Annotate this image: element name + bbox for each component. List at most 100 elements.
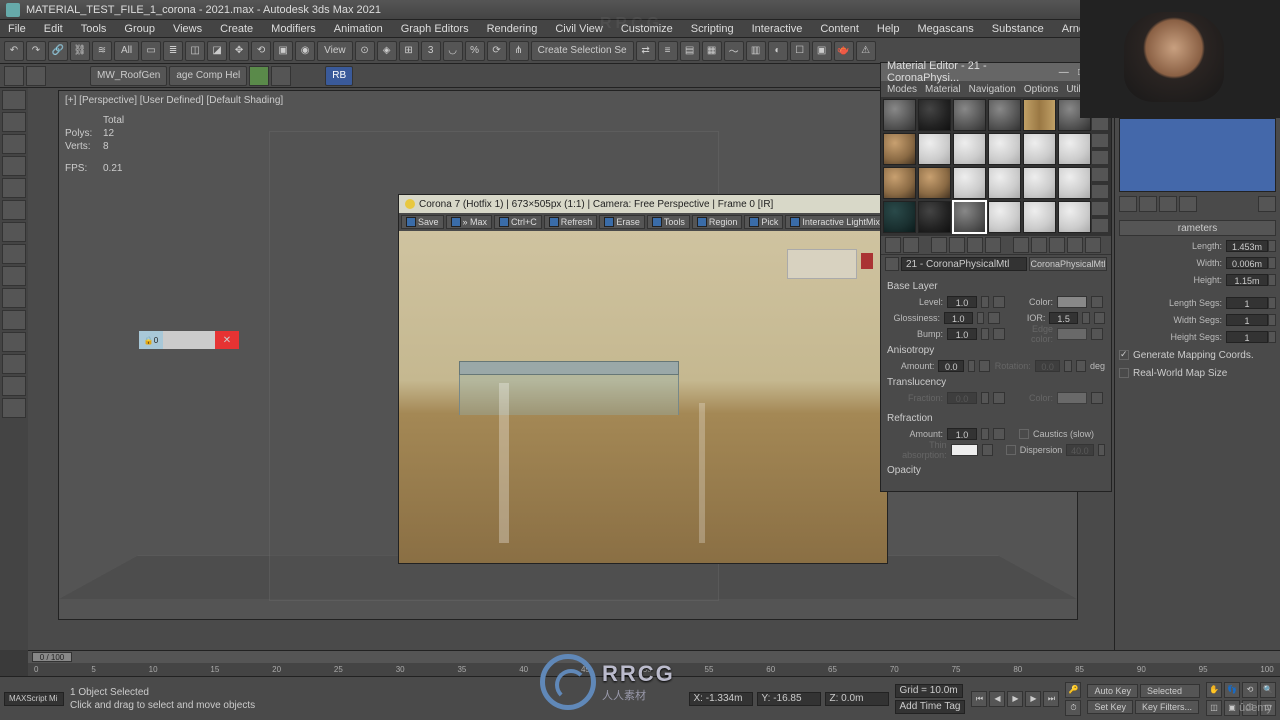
lsegs-spinner[interactable]: 1 xyxy=(1226,297,1268,309)
pan-icon[interactable]: ✋ xyxy=(1206,682,1222,698)
material-slot-7[interactable] xyxy=(883,133,916,165)
key-icon[interactable]: ⊞ xyxy=(399,41,419,61)
menu-tools[interactable]: Tools xyxy=(77,21,111,37)
put-scene-icon[interactable] xyxy=(903,237,919,253)
corona-tools-button[interactable]: Tools xyxy=(647,215,690,229)
slot-tool-2[interactable] xyxy=(1091,116,1109,131)
menu-animation[interactable]: Animation xyxy=(330,21,387,37)
corona-frame-buffer[interactable]: Corona 7 (Hotfix 1) | 673×505px (1:1) | … xyxy=(398,194,888,564)
left-tool-14[interactable] xyxy=(2,376,26,396)
unique-icon[interactable] xyxy=(1159,196,1177,212)
level-spinner[interactable]: 1.0 xyxy=(947,296,977,308)
link-icon[interactable]: 🔗 xyxy=(48,41,68,61)
menu-views[interactable]: Views xyxy=(169,21,206,37)
placement-icon[interactable]: ◉ xyxy=(295,41,315,61)
material-slot-5[interactable] xyxy=(1023,99,1056,131)
menu-civil-view[interactable]: Civil View xyxy=(551,21,606,37)
manip-icon[interactable]: ◈ xyxy=(377,41,397,61)
make-copy-icon[interactable] xyxy=(967,237,983,253)
menu-interactive[interactable]: Interactive xyxy=(748,21,807,37)
select-icon[interactable]: ▭ xyxy=(141,41,161,61)
aniso-amount-spinner[interactable]: 0.0 xyxy=(938,360,964,372)
corona-save-button[interactable]: Save xyxy=(401,215,444,229)
goto-end-icon[interactable]: ⏭ xyxy=(1043,691,1059,707)
me-menu-modes[interactable]: Modes xyxy=(887,84,917,95)
play-icon[interactable]: ▶ xyxy=(1007,691,1023,707)
material-slot-15[interactable] xyxy=(953,167,986,199)
tool2-2[interactable] xyxy=(26,66,46,86)
width-spinner[interactable]: 0.006m xyxy=(1226,257,1268,269)
add-time-tag[interactable]: Add Time Tag xyxy=(895,700,966,714)
material-slot-1[interactable] xyxy=(883,99,916,131)
pick-icon[interactable] xyxy=(885,257,899,271)
orbit-icon[interactable]: ⟲ xyxy=(1242,682,1258,698)
left-tool-3[interactable] xyxy=(2,134,26,154)
material-slot-23[interactable] xyxy=(1023,201,1056,233)
coordsys-dropdown[interactable]: View xyxy=(317,41,353,61)
left-tool-6[interactable] xyxy=(2,200,26,220)
menu-create[interactable]: Create xyxy=(216,21,257,37)
material-slot-14[interactable] xyxy=(918,167,951,199)
material-slot-22[interactable] xyxy=(988,201,1021,233)
material-slot-9[interactable] xyxy=(953,133,986,165)
layer-icon[interactable]: ▤ xyxy=(680,41,700,61)
viewport-label[interactable]: [+] [Perspective] [User Defined] [Defaul… xyxy=(65,95,283,106)
menu-file[interactable]: File xyxy=(4,21,30,37)
reset-icon[interactable] xyxy=(949,237,965,253)
selection-set-dropdown[interactable]: Create Selection Se xyxy=(531,41,634,61)
rect-select-icon[interactable]: ◫ xyxy=(185,41,205,61)
slot-tool-6[interactable] xyxy=(1091,184,1109,199)
ribbon-icon[interactable]: ▦ xyxy=(702,41,722,61)
left-tool-2[interactable] xyxy=(2,112,26,132)
mat-id-icon[interactable] xyxy=(1031,237,1047,253)
comp-helper-button[interactable]: age Comp Hel xyxy=(169,66,247,86)
warning-icon[interactable]: ⚠ xyxy=(856,41,876,61)
left-tool-1[interactable] xyxy=(2,90,26,110)
modifier-stack[interactable] xyxy=(1119,118,1276,192)
menu-modifiers[interactable]: Modifiers xyxy=(267,21,320,37)
go-parent-icon[interactable] xyxy=(1085,237,1101,253)
trans-frac-spinner[interactable]: 0.0 xyxy=(947,392,977,404)
left-tool-4[interactable] xyxy=(2,156,26,176)
renderframe-icon[interactable]: ▣ xyxy=(812,41,832,61)
material-slot-17[interactable] xyxy=(1023,167,1056,199)
corona-pick-button[interactable]: Pick xyxy=(744,215,783,229)
zoom-icon[interactable]: 🔍 xyxy=(1260,682,1276,698)
left-tool-11[interactable] xyxy=(2,310,26,330)
selected-dropdown[interactable]: Selected xyxy=(1140,684,1200,698)
get-mat-icon[interactable] xyxy=(885,237,901,253)
menu-help[interactable]: Help xyxy=(873,21,904,37)
rb-button[interactable]: RB xyxy=(325,66,353,86)
fov-icon[interactable]: ◫ xyxy=(1206,700,1222,716)
x-coord[interactable]: X: -1.334m xyxy=(689,692,753,706)
time-slider-handle[interactable]: 0 / 100 xyxy=(32,652,72,662)
menu-graph-editors[interactable]: Graph Editors xyxy=(397,21,473,37)
undo-icon[interactable]: ↶ xyxy=(4,41,24,61)
zoom-all-icon[interactable]: ▣ xyxy=(1224,700,1240,716)
safeframe-widget[interactable]: 🔒0 ✕ xyxy=(139,331,239,349)
refr-amount-spinner[interactable]: 1.0 xyxy=(947,428,977,440)
scale-icon[interactable]: ▣ xyxy=(273,41,293,61)
material-editor-titlebar[interactable]: Material Editor - 21 - CoronaPhysi... — … xyxy=(881,63,1111,81)
time-config-icon[interactable]: ⏱ xyxy=(1065,700,1081,716)
left-tool-15[interactable] xyxy=(2,398,26,418)
material-slot-3[interactable] xyxy=(953,99,986,131)
y-coord[interactable]: Y: -16.85 xyxy=(757,692,821,706)
percentsnap-icon[interactable]: % xyxy=(465,41,485,61)
me-menu-options[interactable]: Options xyxy=(1024,84,1058,95)
slot-tool-5[interactable] xyxy=(1091,167,1109,182)
color-map-slot[interactable] xyxy=(1091,296,1103,308)
corona--max-button[interactable]: » Max xyxy=(446,215,493,229)
left-tool-7[interactable] xyxy=(2,222,26,242)
put-lib-icon[interactable] xyxy=(1013,237,1029,253)
setkey-button[interactable]: Set Key xyxy=(1087,700,1133,714)
edge-color-swatch[interactable] xyxy=(1057,328,1087,340)
slot-tool-8[interactable] xyxy=(1091,218,1109,233)
menu-megascans[interactable]: Megascans xyxy=(914,21,978,37)
corona-refresh-button[interactable]: Refresh xyxy=(544,215,598,229)
green-tool-icon[interactable] xyxy=(249,66,269,86)
me-menu-material[interactable]: Material xyxy=(925,84,961,95)
corona-region-button[interactable]: Region xyxy=(692,215,743,229)
base-color-swatch[interactable] xyxy=(1057,296,1087,308)
mirror-icon[interactable]: ⇄ xyxy=(636,41,656,61)
